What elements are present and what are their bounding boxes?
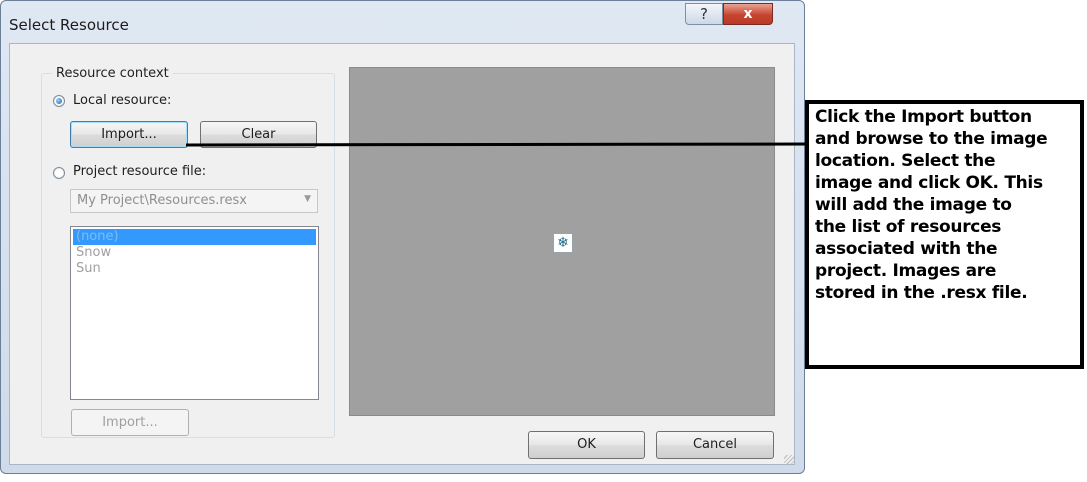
annotation-line: location. Select the bbox=[815, 151, 996, 171]
annotation-line: and browse to the image bbox=[815, 129, 1048, 149]
annotation-line: stored in the .resx file. bbox=[815, 283, 1028, 303]
annotation-line: project. Images are bbox=[815, 261, 997, 281]
annotation-line: Click the Import button bbox=[815, 107, 1032, 127]
annotation-line: associated with the bbox=[815, 239, 998, 259]
annotation-line: will add the image to bbox=[815, 195, 1012, 215]
annotation-line: the list of resources bbox=[815, 217, 1002, 237]
annotation-line: image and click OK. This bbox=[815, 173, 1043, 193]
annotation-callout: Click the Import button and browse to th… bbox=[805, 100, 1084, 369]
